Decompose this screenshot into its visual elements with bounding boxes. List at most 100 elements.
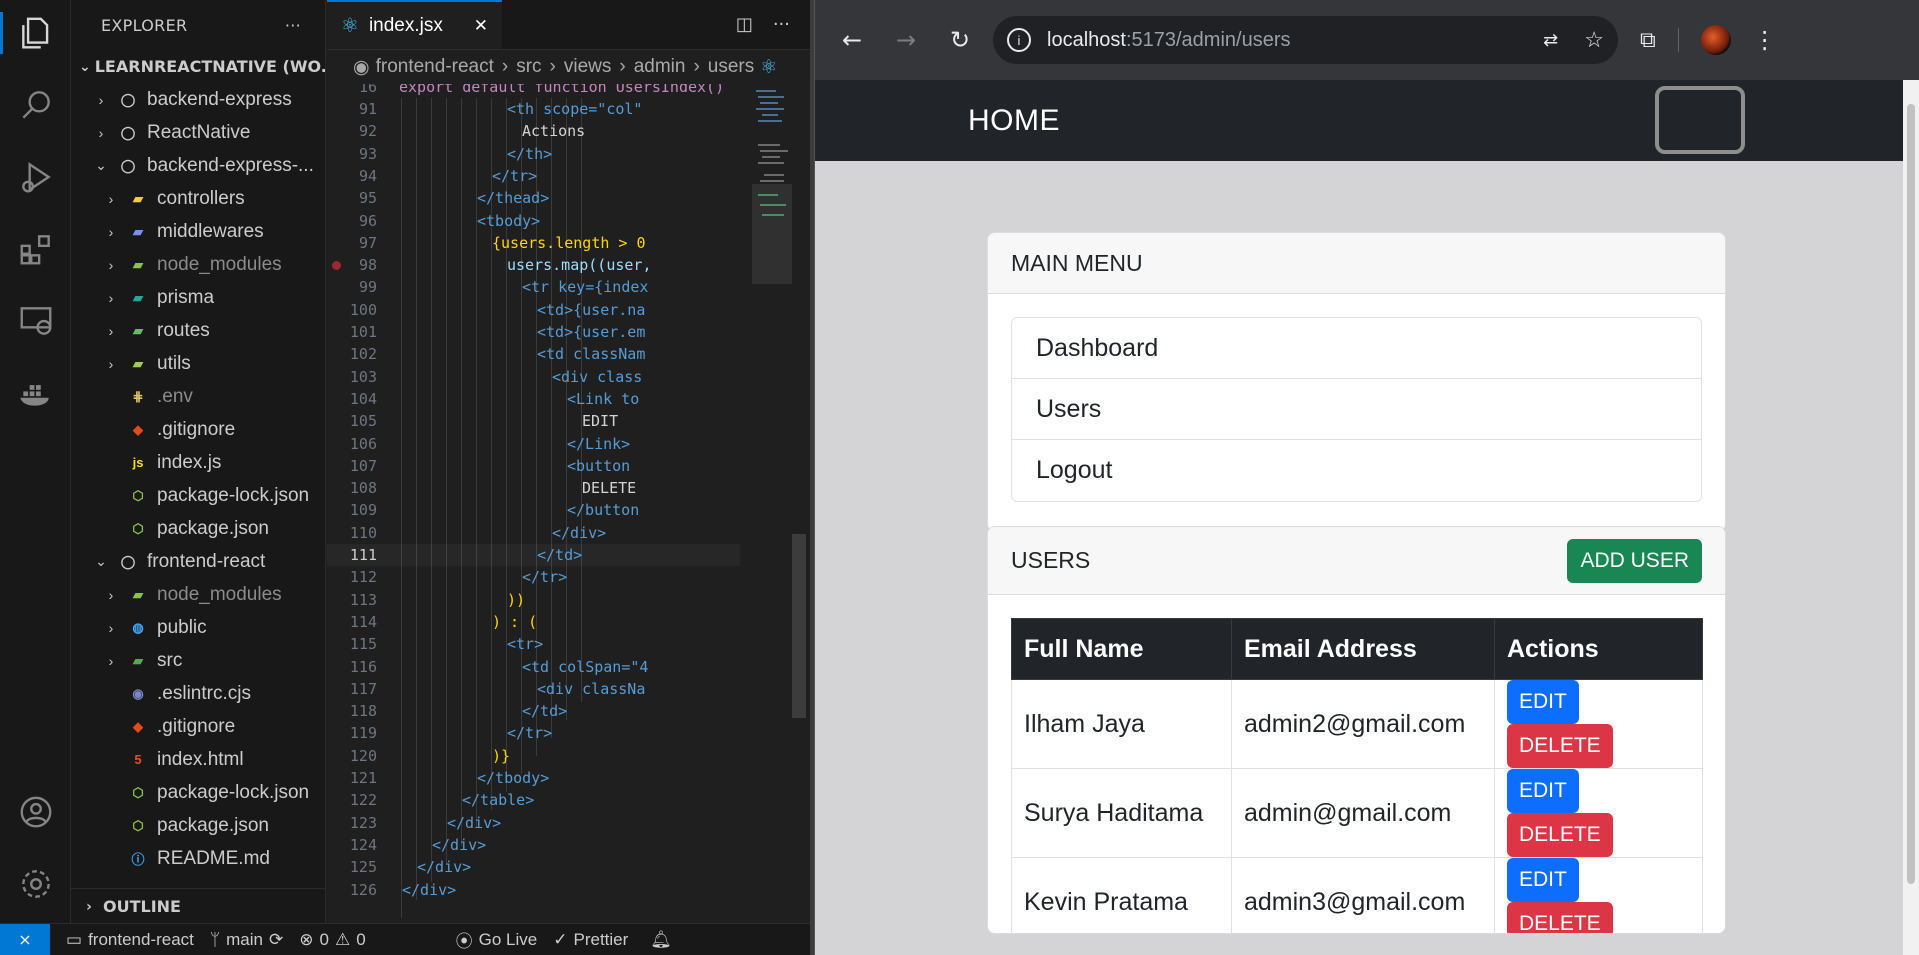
breakpoint-icon[interactable] (332, 260, 341, 270)
add-user-button[interactable]: ADD USER (1567, 538, 1702, 583)
code-line[interactable]: 100 <td>{user.na (327, 299, 740, 321)
navbar-toggler-button[interactable] (1655, 86, 1745, 154)
code-line[interactable]: 126 </div> (327, 879, 740, 901)
tree-item[interactable]: › ▰ node_modules (71, 578, 325, 611)
browser-menu-icon[interactable]: ⋮ (1753, 26, 1777, 54)
status-go-live[interactable]: ⦿ Go Live (456, 927, 538, 952)
profile-avatar[interactable] (1700, 25, 1731, 55)
code-line[interactable]: 123 </div> (327, 812, 740, 834)
tree-item[interactable]: ◆ .gitignore (71, 413, 325, 446)
tree-item[interactable]: 5 index.html (71, 743, 325, 776)
site-info-icon[interactable]: i (1007, 28, 1031, 52)
remote-indicator-icon[interactable]: ⨯ (0, 923, 50, 955)
tree-item[interactable]: ◉ .eslintrc.cjs (71, 677, 325, 710)
page-scroll-thumb[interactable] (1907, 104, 1915, 884)
code-line[interactable]: 103 <div class (327, 366, 740, 388)
forward-arrow-icon[interactable]: → (885, 19, 927, 61)
reload-icon[interactable]: ↻ (939, 19, 981, 61)
code-line[interactable]: 125 </div> (327, 856, 740, 878)
tree-item[interactable]: › ▰ utils (71, 347, 325, 380)
tree-item[interactable]: › ▰ node_modules (71, 248, 325, 281)
breadcrumb-item[interactable]: frontend-react (376, 56, 494, 78)
code-line[interactable]: 98 users.map((user, (327, 254, 740, 276)
settings-gear-icon[interactable] (0, 853, 71, 915)
navbar-brand[interactable]: HOME (968, 104, 1060, 138)
code-line[interactable]: 108 DELETE (327, 477, 740, 499)
code-line[interactable]: 102 <td classNam (327, 343, 740, 365)
tree-item[interactable]: › ◯ ReactNative (71, 116, 325, 149)
code-line[interactable]: 91 <th scope="col" (327, 98, 740, 120)
more-actions-icon[interactable]: ··· (773, 14, 790, 35)
delete-user-button[interactable]: DELETE (1507, 813, 1613, 857)
split-editor-icon[interactable]: ◫ (736, 14, 753, 35)
tree-item[interactable]: js index.js (71, 446, 325, 479)
edit-user-button[interactable]: EDIT (1507, 680, 1579, 724)
code-line[interactable]: 114) : ( (327, 611, 740, 633)
tree-item[interactable]: ⬡ package.json (71, 809, 325, 842)
code-line[interactable]: 119 </tr> (327, 722, 740, 744)
tree-item[interactable]: › ◍ public (71, 611, 325, 644)
code-line[interactable]: 93 </th> (327, 143, 740, 165)
tab-index-jsx[interactable]: ⚛ index.jsx ✕ (327, 0, 502, 49)
tree-item[interactable]: ⓘ README.md (71, 842, 325, 875)
remote-explorer-icon[interactable] (0, 290, 71, 352)
code-line[interactable]: 107 <button (327, 455, 740, 477)
outline-section[interactable]: › OUTLINE (71, 888, 325, 923)
delete-user-button[interactable]: DELETE (1507, 724, 1613, 768)
code-line[interactable]: 124 </div> (327, 834, 740, 856)
code-line[interactable]: 116 <td colSpan="4 (327, 656, 740, 678)
close-icon[interactable]: ✕ (474, 16, 488, 36)
menu-item-dashboard[interactable]: Dashboard (1012, 318, 1701, 379)
code-line[interactable]: 96 <tbody> (327, 210, 740, 232)
code-line[interactable]: 111 </td> (327, 544, 740, 566)
edit-user-button[interactable]: EDIT (1507, 858, 1579, 902)
code-line[interactable]: 112 </tr> (327, 566, 740, 588)
extensions-icon[interactable] (0, 218, 71, 280)
tree-item[interactable]: ⌄ ◯ backend-express-... (71, 149, 325, 182)
more-actions-icon[interactable]: ··· (285, 16, 301, 35)
explorer-icon[interactable] (0, 2, 71, 64)
tree-item[interactable]: › ◯ backend-express (71, 83, 325, 116)
code-line[interactable]: 110 </div> (327, 522, 740, 544)
tree-item[interactable]: › ▰ controllers (71, 182, 325, 215)
notifications-bell-icon[interactable]: 🔔︎ (650, 930, 672, 950)
tree-item[interactable]: ⬡ package-lock.json (71, 479, 325, 512)
tree-item[interactable]: ⌄ ◯ frontend-react (71, 545, 325, 578)
search-icon[interactable] (0, 74, 71, 136)
workspace-header[interactable]: ⌄ LEARNREACTNATIVE (WO... (71, 50, 325, 83)
code-line[interactable]: 120)} (327, 745, 740, 767)
code-line[interactable]: 97 {users.length > 0 (327, 232, 740, 254)
status-problems[interactable]: ⊗ 0 ⚠ 0 (299, 930, 365, 950)
menu-item-users[interactable]: Users (1012, 379, 1701, 440)
breadcrumb-item[interactable]: users (708, 56, 754, 78)
code-line[interactable]: 122 </table> (327, 789, 740, 811)
breadcrumb-item[interactable]: views (564, 56, 612, 78)
tree-item[interactable]: ◆ .gitignore (71, 710, 325, 743)
code-line[interactable]: 92 Actions (327, 120, 740, 142)
address-bar[interactable]: i localhost:5173/admin/users ⇄ ☆ (993, 16, 1618, 64)
code-line[interactable]: 109 </button (327, 499, 740, 521)
code-line[interactable]: 101 <td>{user.em (327, 321, 740, 343)
run-debug-icon[interactable] (0, 146, 71, 208)
code-line[interactable]: 99 <tr key={index (327, 276, 740, 298)
code-line[interactable]: 104 <Link to (327, 388, 740, 410)
delete-user-button[interactable]: DELETE (1507, 902, 1613, 933)
breadcrumb-item[interactable]: admin (634, 56, 686, 78)
breadcrumb-item[interactable]: src (516, 56, 541, 78)
code-line[interactable]: 113)) (327, 589, 740, 611)
code-line[interactable]: 115 <tr> (327, 633, 740, 655)
status-prettier[interactable]: ✓ Prettier (553, 930, 628, 950)
code-line[interactable]: 105 EDIT (327, 410, 740, 432)
docker-icon[interactable] (0, 362, 71, 424)
tree-item[interactable]: ⬡ package-lock.json (71, 776, 325, 809)
menu-item-logout[interactable]: Logout (1012, 440, 1701, 501)
tree-item[interactable]: ⬡ package.json (71, 512, 325, 545)
code-line[interactable]: 94 </tr> (327, 165, 740, 187)
status-folder[interactable]: ▭ frontend-react (66, 930, 194, 950)
translate-icon[interactable]: ⇄ (1543, 30, 1558, 51)
tree-item[interactable]: ⋕ .env (71, 380, 325, 413)
account-icon[interactable] (0, 781, 71, 843)
code-line[interactable]: 118 </td> (327, 700, 740, 722)
tree-item[interactable]: › ▰ src (71, 644, 325, 677)
minimap[interactable] (752, 84, 792, 923)
